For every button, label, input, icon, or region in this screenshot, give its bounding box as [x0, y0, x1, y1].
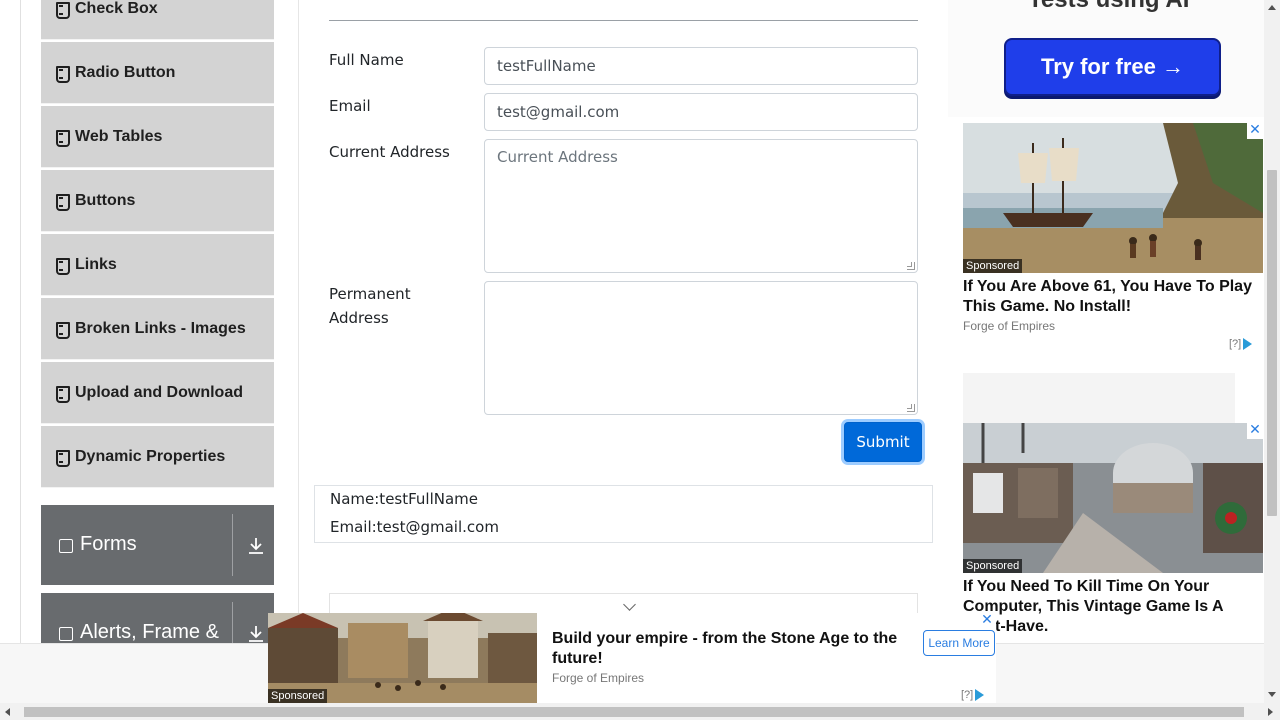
group-divider [232, 514, 233, 576]
scrollbar-thumb[interactable] [24, 707, 1244, 717]
sidebar-item-buttons[interactable]: Buttons [41, 170, 274, 232]
permanent-address-textarea[interactable] [484, 281, 918, 415]
close-icon[interactable]: ✕ [1247, 423, 1263, 439]
sidebar-group-forms[interactable]: Forms [41, 505, 274, 585]
sidebar-item-broken-links[interactable]: Broken Links - Images [41, 298, 274, 360]
banner-image[interactable]: Sponsored [268, 613, 537, 703]
sidebar-item-upload-download[interactable]: Upload and Download [41, 362, 274, 424]
sidebar-item-links[interactable]: Links [41, 234, 274, 296]
output-email: Email:test@gmail.com [330, 518, 499, 536]
adchoices-icon[interactable]: [?] [1229, 338, 1253, 351]
scroll-up-icon[interactable] [1268, 5, 1276, 10]
sidebar-item-label: Check Box [75, 0, 158, 17]
email-label: Email [329, 97, 371, 115]
close-icon[interactable]: ✕ [979, 613, 995, 629]
banner-source[interactable]: Forge of Empires [552, 671, 644, 685]
close-icon[interactable]: ✕ [1247, 123, 1263, 139]
sponsored-label: Sponsored [268, 689, 328, 703]
sidebar-item-label: Web Tables [75, 127, 163, 145]
sidebar-item-label: Buttons [75, 191, 136, 209]
form-icon [59, 539, 73, 553]
ad-placeholder-pattern [963, 373, 1235, 423]
resize-handle-icon[interactable] [907, 262, 915, 270]
html5-icon [55, 193, 70, 211]
resize-handle-icon[interactable] [907, 404, 915, 412]
sidebar-item-radio-button[interactable]: Radio Button [41, 42, 274, 104]
sidebar-item-label: Radio Button [75, 63, 176, 81]
current-address-textarea[interactable]: Current Address [484, 139, 918, 273]
scroll-right-icon[interactable] [1268, 708, 1273, 716]
ad-image-city[interactable]: Sponsored [963, 423, 1263, 573]
download-arrow-icon[interactable] [248, 537, 264, 555]
chevron-down-icon[interactable] [623, 598, 636, 611]
form-top-divider [329, 20, 918, 21]
window-icon [59, 627, 73, 641]
output-box: Name:testFullName Email:test@gmail.com [314, 485, 933, 543]
html5-icon [55, 129, 70, 147]
sponsored-label: Sponsored [963, 559, 1023, 573]
city-illustration [963, 423, 1263, 573]
submit-button[interactable]: Submit [844, 422, 922, 462]
sidebar-item-label: Dynamic Properties [75, 447, 226, 465]
html5-icon [55, 385, 70, 403]
content-left-border [20, 0, 21, 643]
html5-icon [55, 449, 70, 467]
output-name: Name:testFullName [330, 490, 479, 508]
ad-image-ship[interactable]: Sponsored [963, 123, 1263, 273]
sidebar-item-web-tables[interactable]: Web Tables [41, 106, 274, 168]
current-address-label: Current Address [329, 143, 450, 161]
email-input[interactable]: test@gmail.com [484, 93, 918, 131]
scroll-left-icon[interactable] [5, 708, 10, 716]
ad-title[interactable]: If You Need To Kill Time On Your Compute… [963, 577, 1263, 637]
adchoices-label: [?] [961, 689, 974, 701]
try-for-free-button[interactable]: Try for free → [1004, 38, 1221, 96]
ship-illustration [963, 123, 1263, 273]
permanent-address-label: Permanent Address [329, 285, 411, 327]
sidebar-item-label: Upload and Download [75, 383, 243, 401]
adchoices-icon[interactable]: [?] [961, 689, 985, 702]
sidebar-item-check-box[interactable]: Check Box [41, 0, 274, 40]
sponsored-label: Sponsored [963, 259, 1023, 273]
sidebar-item-dynamic-properties[interactable]: Dynamic Properties [41, 426, 274, 488]
download-arrow-icon[interactable] [248, 625, 264, 643]
sidebar-group-label: Forms [80, 533, 137, 555]
bottom-ad-banner[interactable]: Sponsored Build your empire - from the S… [268, 613, 996, 703]
learn-more-button[interactable]: Learn More [923, 630, 995, 656]
vertical-scrollbar[interactable] [1264, 0, 1280, 703]
scroll-down-icon[interactable] [1268, 692, 1276, 697]
html5-icon [55, 65, 70, 83]
ad-tagline: Tests using AI [1028, 0, 1189, 14]
html5-icon [55, 1, 70, 19]
sidebar-right-border [298, 0, 299, 643]
html5-icon [55, 257, 70, 275]
banner-title[interactable]: Build your empire - from the Stone Age t… [552, 629, 912, 669]
current-address-placeholder: Current Address [497, 148, 618, 166]
ad-source[interactable]: Forge of Empires [963, 319, 1055, 333]
sidebar-item-label: Broken Links - Images [75, 319, 246, 337]
scrollbar-thumb[interactable] [1267, 170, 1277, 516]
horizontal-scrollbar[interactable] [0, 703, 1280, 720]
adchoices-label: [?] [1229, 338, 1242, 350]
ad-title[interactable]: If You Are Above 61, You Have To Play Th… [963, 277, 1263, 317]
html5-icon [55, 321, 70, 339]
full-name-input[interactable]: testFullName [484, 47, 918, 85]
full-name-label: Full Name [329, 51, 404, 69]
sidebar-item-label: Links [75, 255, 117, 273]
